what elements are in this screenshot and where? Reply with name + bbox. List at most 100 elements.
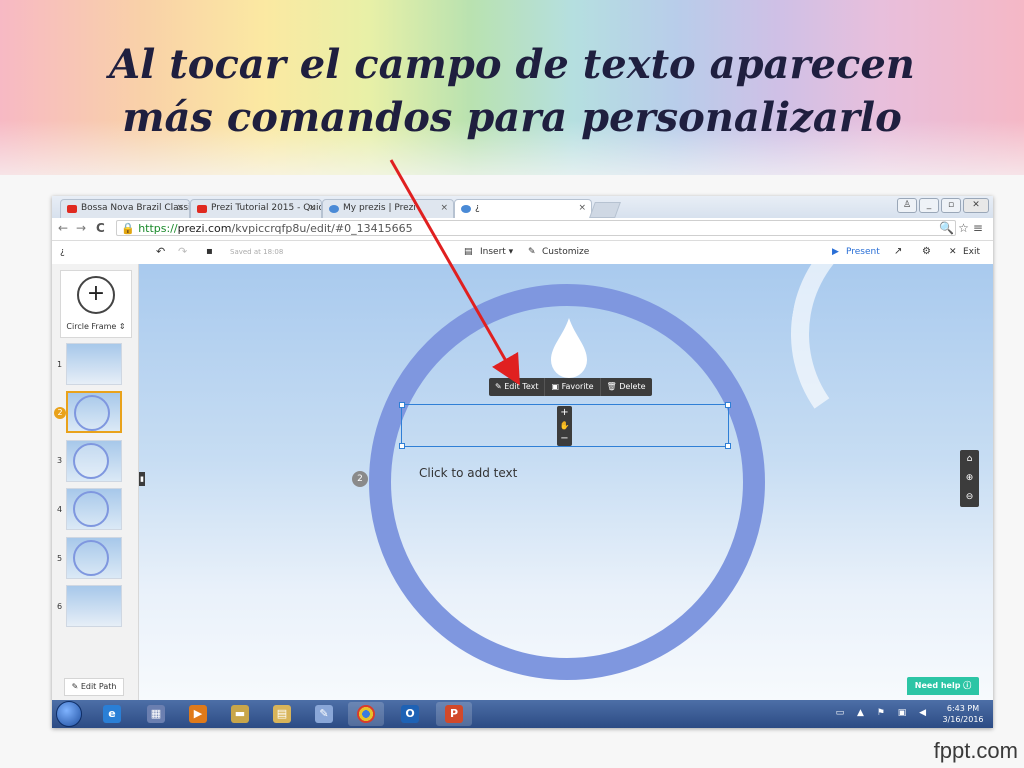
tab-label: My prezis | Prezi (343, 203, 416, 213)
frame-type-label: Circle Frame (66, 322, 117, 331)
save-icon[interactable]: ▪ (206, 246, 213, 257)
pencil-icon: ✎ (71, 682, 79, 691)
zoom-out-icon[interactable]: ⊖ (960, 488, 979, 507)
saved-status: Saved at 18:08 (230, 248, 284, 256)
help-icon: ⓘ (963, 681, 972, 690)
taskbar-paint[interactable]: ✎ (306, 702, 342, 726)
thumbnail-6[interactable] (66, 585, 122, 627)
taskbar-outlook[interactable]: O (392, 702, 428, 726)
zoom-nav: ⌂ ⊕ ⊖ (960, 450, 979, 507)
clock[interactable]: 6:43 PM 3/16/2016 (939, 703, 987, 725)
favorite-button[interactable]: ▣ Favorite (545, 378, 601, 396)
taskbar-ie[interactable]: e (94, 702, 130, 726)
minimize-button[interactable]: _ (919, 198, 939, 213)
exit-button[interactable]: Exit (963, 247, 980, 257)
tab-current[interactable]: ¿ × (454, 199, 592, 218)
text-placeholder[interactable]: Click to add text (419, 466, 517, 480)
reload-button[interactable]: C (96, 221, 105, 235)
thumb-circle (73, 443, 109, 479)
chrome-icon (357, 705, 375, 723)
settings-icon[interactable]: ⚙ (922, 246, 931, 257)
paint-icon: ✎ (315, 705, 333, 723)
resize-handle[interactable] (725, 443, 731, 449)
zoom-out-icon[interactable]: − (557, 432, 572, 445)
ie-icon: e (103, 705, 121, 723)
user-icon[interactable]: ♙ (897, 198, 917, 213)
taskbar-explorer[interactable]: ▤ (264, 702, 300, 726)
close-tab-icon[interactable]: × (440, 203, 448, 213)
maximize-button[interactable]: ▫ (941, 198, 961, 213)
screenshot-window: Bossa Nova Brazil Classics × Prezi Tutor… (52, 196, 993, 728)
delete-label: Delete (619, 382, 646, 391)
collapse-sidebar-handle[interactable]: ▮ (139, 472, 145, 486)
taskbar-folder[interactable]: ▬ (222, 702, 258, 726)
thumbnail-4[interactable] (66, 488, 122, 530)
tab-label: ¿ (475, 203, 480, 213)
media-player-icon: ▶ (189, 705, 207, 723)
browser-tab-bar: Bossa Nova Brazil Classics × Prezi Tutor… (52, 196, 993, 218)
tab-my-prezis[interactable]: My prezis | Prezi × (322, 199, 454, 218)
frame-type-select[interactable]: Circle Frame ⇕ (61, 322, 131, 331)
add-frame-card[interactable]: + Circle Frame ⇕ (60, 270, 132, 338)
edit-path-button[interactable]: ✎ Edit Path (64, 678, 124, 696)
taskbar-powerpoint[interactable]: P (436, 702, 472, 726)
windows-taskbar: e ▦ ▶ ▬ ▤ ✎ O P ▭ ▲ ⚑ ▣ ◀ 6:43 PM 3/16/2… (52, 700, 993, 728)
thumb-circle (74, 395, 110, 431)
home-icon[interactable]: ⌂ (960, 450, 979, 469)
add-icon[interactable]: + (77, 276, 115, 314)
tab-prezi-tutorial[interactable]: Prezi Tutorial 2015 - Quick × (190, 199, 322, 218)
share-icon[interactable]: ↗ (894, 246, 902, 257)
outlook-icon: O (401, 705, 419, 723)
close-tab-icon[interactable]: × (308, 203, 316, 213)
back-button[interactable]: ← (58, 221, 68, 235)
edit-text-label: Edit Text (504, 382, 539, 391)
customize-button[interactable]: Customize (542, 247, 589, 257)
prezi-canvas[interactable]: ✎ Edit Text ▣ Favorite 🗑 Delete + ✋ − Cl… (139, 264, 993, 700)
present-button[interactable]: Present (846, 247, 880, 257)
tray-icons[interactable]: ▭ ▲ ⚑ ▣ ◀ (836, 708, 931, 718)
youtube-icon (197, 205, 207, 213)
url-field[interactable]: 🔒 https://prezi.com/kvpiccrqfp8u/edit/#0… (116, 220, 956, 236)
resize-handle[interactable] (399, 443, 405, 449)
close-window-button[interactable]: ✕ (963, 198, 989, 213)
thumbnail-5[interactable] (66, 537, 122, 579)
favorite-label: Favorite (561, 382, 594, 391)
need-help-button[interactable]: Need help ⓘ (907, 677, 979, 695)
thumb-number: 4 (57, 505, 63, 514)
close-tab-icon[interactable]: × (578, 203, 586, 213)
insert-icon: ▤ (464, 247, 473, 257)
resize-handle[interactable] (725, 402, 731, 408)
thumb-circle (73, 540, 109, 576)
forward-button[interactable]: → (76, 221, 86, 235)
prezi-title[interactable]: ¿ (60, 247, 65, 257)
address-bar: ← → C 🔒 https://prezi.com/kvpiccrqfp8u/e… (52, 218, 993, 241)
slide-title-line-2: más comandos para personalizarlo (122, 94, 902, 141)
thumbnail-3[interactable] (66, 440, 122, 482)
thumb-number: 3 (57, 456, 63, 465)
path-sidebar: + Circle Frame ⇕ 1 2 3 4 5 6 ✎ Edit Path (52, 264, 139, 700)
tab-bossa-nova[interactable]: Bossa Nova Brazil Classics × (60, 199, 190, 218)
clock-time: 6:43 PM (946, 704, 980, 713)
address-bar-icons[interactable]: 🔍☆≡ (939, 221, 987, 235)
insert-button[interactable]: Insert ▾ (480, 247, 513, 257)
prezi-icon (329, 205, 339, 213)
watermark: fppt.com (933, 738, 1018, 763)
taskbar-chrome[interactable] (348, 702, 384, 726)
resize-handle[interactable] (399, 402, 405, 408)
thumbnail-1[interactable] (66, 343, 122, 385)
move-hand-icon[interactable]: ✋ (557, 419, 572, 432)
taskbar-media[interactable]: ▶ (180, 702, 216, 726)
thumbnail-2[interactable] (66, 391, 122, 433)
redo-icon[interactable]: ↷ (178, 245, 187, 258)
undo-icon[interactable]: ↶ (156, 245, 165, 258)
thumb-number: 1 (57, 360, 63, 369)
close-tab-icon[interactable]: × (176, 203, 184, 213)
start-button[interactable] (56, 701, 82, 727)
new-tab-button[interactable] (589, 202, 621, 218)
zoom-in-icon[interactable]: ⊕ (960, 469, 979, 488)
taskbar-apps[interactable]: ▦ (138, 702, 174, 726)
edit-text-button[interactable]: ✎ Edit Text (489, 378, 546, 396)
delete-button[interactable]: 🗑 Delete (601, 378, 652, 396)
pencil-icon: ✎ (528, 247, 536, 257)
zoom-in-icon[interactable]: + (557, 406, 572, 419)
